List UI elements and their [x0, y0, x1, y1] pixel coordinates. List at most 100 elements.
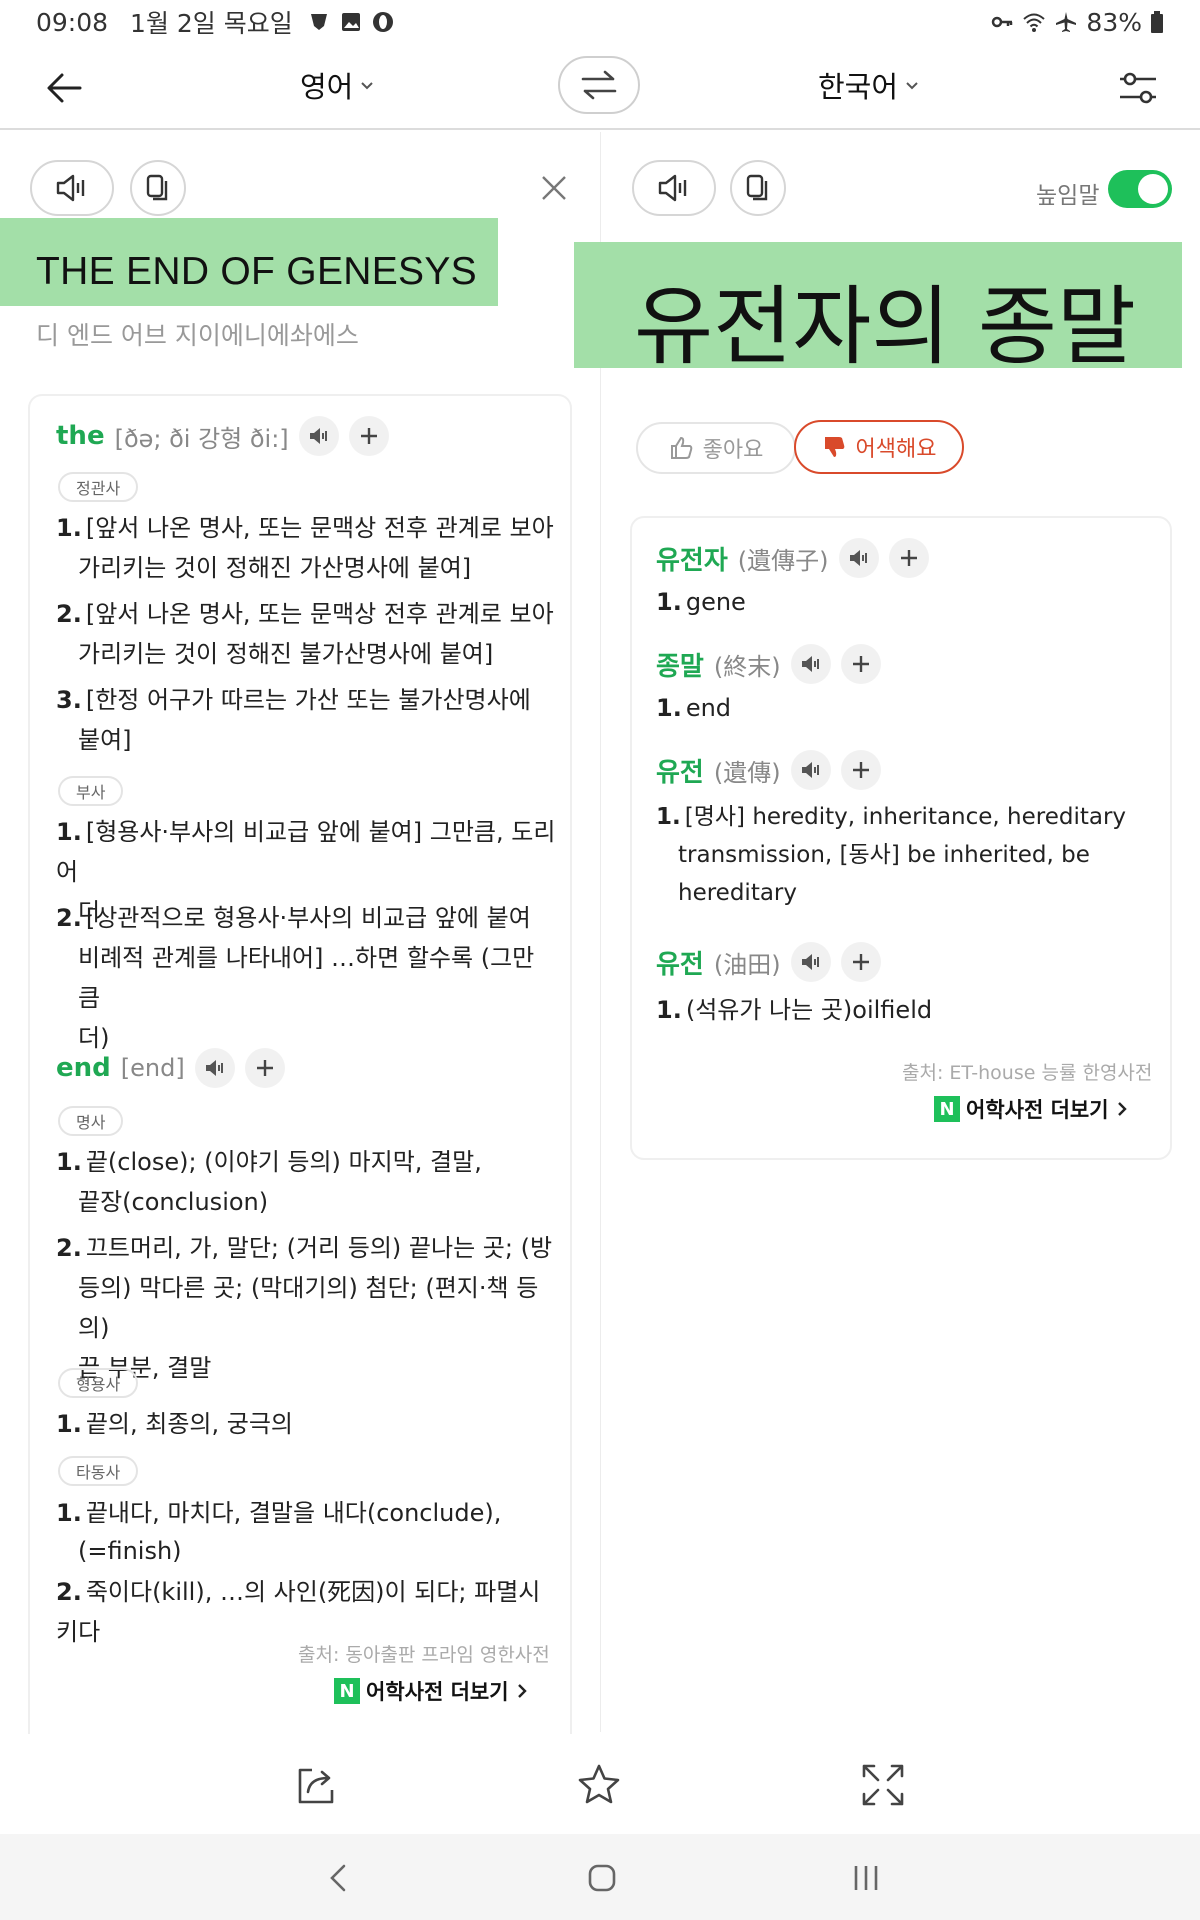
definition: 2. [앞서 나온 명사, 또는 문맥상 전후 관계로 보아 가리키는 것이 정해… [56, 600, 554, 668]
speaker-icon [801, 954, 819, 970]
headword[interactable]: 유전 [656, 944, 704, 981]
system-nav-bar [0, 1834, 1200, 1920]
pos-tag: 명사 [58, 1106, 124, 1136]
speaker-icon [658, 174, 687, 202]
headword[interactable]: 유전 [656, 752, 704, 789]
pos-tag: 타동사 [58, 1456, 139, 1486]
swap-languages-button[interactable] [558, 56, 640, 114]
add-wordbook-button[interactable] [244, 1048, 285, 1088]
headword-pronunciation: [ðə; ði 강형 ði:] [114, 424, 289, 453]
top-bar: 영어 한국어 [0, 44, 1200, 130]
add-wordbook-button[interactable] [840, 750, 881, 790]
plus-icon [852, 954, 869, 970]
headword-hanja: (油田) [713, 950, 781, 979]
add-wordbook-button[interactable] [348, 416, 389, 456]
more-dictionary-label: 어학사전 더보기 [966, 1098, 1109, 1122]
source-language-label: 영어 [300, 70, 354, 104]
speaker-button[interactable] [790, 644, 831, 684]
status-right: 83% [990, 8, 1164, 37]
dislike-button[interactable]: 어색해요 [794, 420, 964, 474]
chevron-right-icon [517, 1684, 527, 1698]
headword-hanja: (終末) [713, 652, 781, 681]
dict-entry: 종말 (終末) [656, 644, 881, 684]
headword[interactable]: 종말 [656, 646, 704, 683]
plus-icon [256, 1060, 273, 1076]
source-speak-button[interactable] [30, 160, 114, 216]
add-wordbook-button[interactable] [888, 538, 929, 578]
speaker-icon [56, 174, 85, 202]
add-wordbook-button[interactable] [840, 942, 881, 982]
definition: 1. [명사] heredity, inheritance, hereditary… [656, 804, 1127, 906]
speaker-button[interactable] [298, 416, 339, 456]
key-icon [992, 16, 1013, 28]
add-wordbook-button[interactable] [840, 644, 881, 684]
like-button[interactable]: 좋아요 [636, 422, 796, 474]
definition: 1. 끝내다, 마치다, 결말을 내다(conclude), (=finish) [56, 1499, 502, 1565]
swap-icon [581, 70, 617, 100]
status-date: 1월 2일 목요일 [130, 9, 293, 38]
speaker-button[interactable] [790, 942, 831, 982]
definition: 1. end [656, 694, 732, 722]
definition: 1. gene [656, 588, 746, 616]
panel-divider [600, 132, 601, 1732]
chevron-right-icon [1117, 1102, 1127, 1116]
naver-logo-icon: N [934, 1096, 960, 1122]
target-text[interactable]: 유전자의 종말 [634, 256, 1136, 381]
nav-recents-icon[interactable] [846, 1858, 886, 1898]
more-dictionary-link[interactable]: N 어학사전 더보기 [334, 1676, 529, 1706]
share-icon[interactable] [294, 1762, 340, 1808]
source-pronunciation: 디 엔드 어브 지이에니에솨에스 [36, 321, 359, 350]
source-copy-button[interactable] [130, 160, 186, 216]
definition: 3. [한정 어구가 따르는 가산 또는 불가산명사에 붙여] [56, 686, 531, 754]
settings-icon[interactable] [1116, 66, 1160, 110]
definition: 1. [앞서 나온 명사, 또는 문맥상 전후 관계로 보아 가리키는 것이 정해… [56, 514, 554, 582]
target-copy-button[interactable] [730, 160, 786, 216]
definition: 1. 끝의, 최종의, 궁극의 [56, 1410, 293, 1438]
dict-entry-end: end [end] [56, 1048, 285, 1088]
status-time: 09:08 [36, 7, 109, 37]
expand-icon[interactable] [860, 1762, 906, 1808]
notification-icons [307, 10, 395, 34]
chevron-down-icon [906, 82, 918, 90]
pos-tag: 정관사 [58, 472, 139, 502]
dict-entry: 유전 (遺傳) [656, 750, 881, 790]
honorific-toggle[interactable] [1108, 170, 1172, 208]
speaker-button[interactable] [838, 538, 879, 578]
close-icon[interactable] [540, 174, 568, 202]
source-text[interactable]: THE END OF GENESYS [36, 250, 477, 294]
headword[interactable]: 유전자 [656, 540, 728, 577]
dictionary-source: 출처: ET-house 능률 한영사전 [902, 1062, 1153, 1084]
speaker-button[interactable] [790, 750, 831, 790]
plus-icon [852, 656, 869, 672]
source-language-select[interactable]: 영어 [300, 64, 375, 106]
star-icon[interactable] [576, 1762, 622, 1808]
speaker-button[interactable] [194, 1048, 235, 1088]
target-language-select[interactable]: 한국어 [818, 64, 920, 106]
headword-hanja: (遺傳) [713, 758, 781, 787]
headword[interactable]: end [56, 1053, 111, 1083]
nav-back-icon[interactable] [320, 1858, 360, 1898]
definition: 2. [상관적으로 형용사·부사의 비교급 앞에 붙여 비례적 관계를 나타내어]… [56, 904, 535, 1052]
headword[interactable]: the [56, 421, 105, 451]
dislike-label: 어색해요 [855, 437, 937, 462]
speaker-icon [309, 428, 327, 444]
nav-home-icon[interactable] [582, 1858, 622, 1898]
copy-icon [746, 174, 768, 201]
like-label: 좋아요 [702, 438, 764, 463]
target-speak-button[interactable] [632, 160, 716, 216]
airplane-icon [1056, 12, 1077, 32]
speaker-icon [205, 1060, 223, 1076]
dict-entry-the: the [ðə; ði 강형 ði:] [56, 416, 389, 456]
speaker-icon [849, 550, 867, 566]
definition: 1. 끝(close); (이야기 등의) 마지막, 결말, 끝장(conclus… [56, 1148, 482, 1216]
headword-pronunciation: [end] [120, 1054, 185, 1082]
more-dictionary-link[interactable]: N 어학사전 더보기 [934, 1094, 1129, 1124]
pos-tag: 형용사 [58, 1368, 139, 1398]
battery-icon [1151, 11, 1163, 33]
battery-percent: 83% [1086, 7, 1142, 37]
wifi-icon [1023, 13, 1046, 32]
headword-hanja: (遺傳子) [737, 546, 829, 575]
definition: 1. (석유가 나는 곳)oilfield [656, 996, 933, 1024]
back-arrow-icon[interactable] [40, 64, 88, 112]
chevron-down-icon [361, 82, 374, 90]
